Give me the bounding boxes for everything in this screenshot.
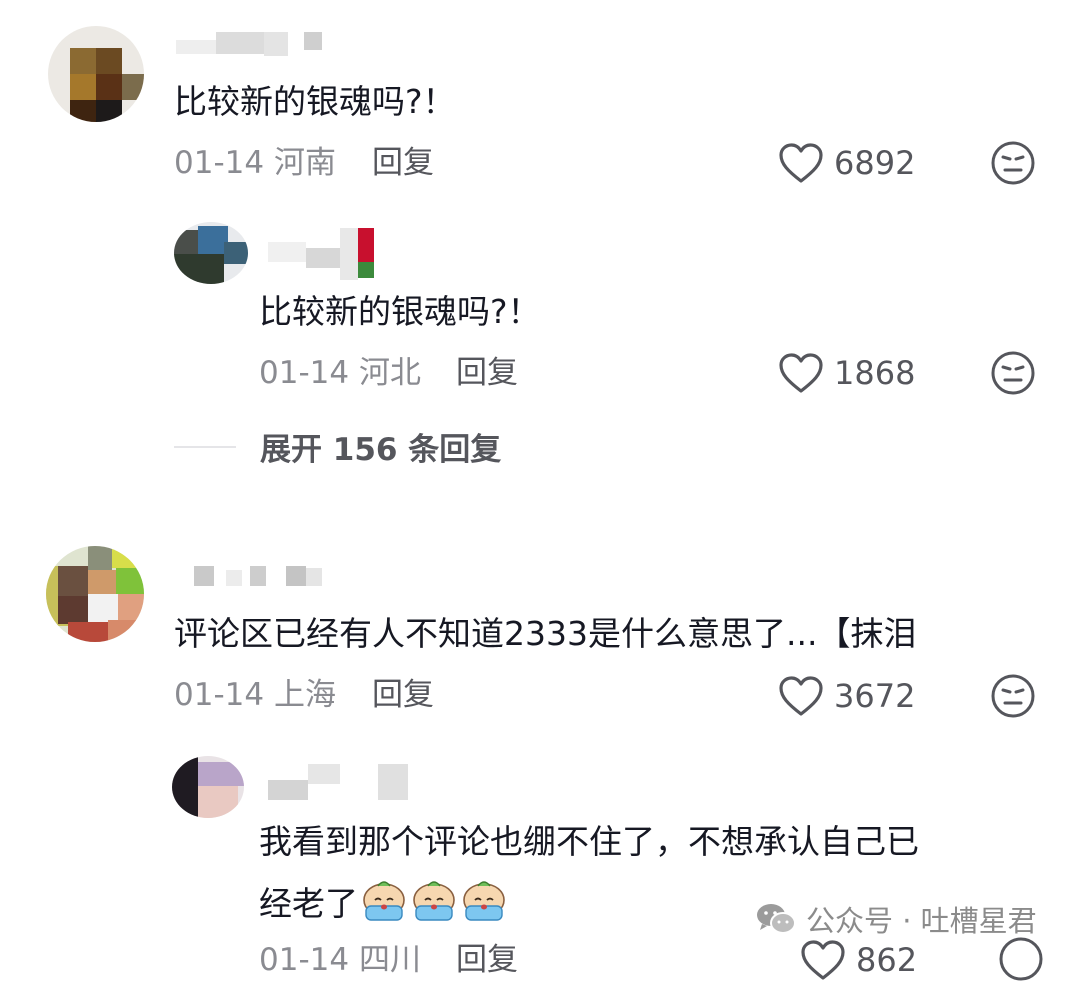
watermark: 公众号 · 吐槽星君 <box>756 898 1037 940</box>
dislike-button[interactable] <box>990 350 1036 400</box>
reply-location: 河北 <box>358 355 421 391</box>
reply-date: 01-14 <box>259 942 350 978</box>
like-count: 3672 <box>834 677 916 715</box>
watermark-text: 公众号 · 吐槽星君 <box>806 904 1037 938</box>
reply-button[interactable]: 回复 <box>372 143 434 183</box>
neutral-face-icon <box>991 351 1035 395</box>
reply-username[interactable] <box>268 764 418 802</box>
username[interactable] <box>176 28 336 62</box>
like-count: 1868 <box>834 354 916 392</box>
comment-location: 上海 <box>273 677 336 713</box>
reply-button[interactable]: 回复 <box>456 940 518 980</box>
neutral-face-icon <box>991 141 1035 185</box>
divider <box>174 445 236 448</box>
reply-date-location: 01-14 河北 <box>259 353 421 393</box>
like-button[interactable]: 862 <box>800 936 917 984</box>
reply-text-continued: 经老了 <box>259 876 510 935</box>
comment-date-location: 01-14 河南 <box>174 143 336 183</box>
expand-replies-button[interactable]: 展开 156 条回复 <box>174 424 501 469</box>
like-button[interactable]: 6892 <box>778 139 915 187</box>
reply-text: 比较新的银魂吗?！ <box>259 292 541 331</box>
reply-button[interactable]: 回复 <box>456 353 518 393</box>
like-button[interactable]: 3672 <box>778 672 915 720</box>
neutral-face-icon <box>991 674 1035 718</box>
dislike-button[interactable] <box>990 673 1036 723</box>
avatar[interactable] <box>48 26 144 122</box>
reply-text-line: 我看到那个评论也绷不住了，不想承认自己已 <box>259 822 919 861</box>
comment-date: 01-14 <box>174 145 265 181</box>
reply-location: 四川 <box>358 942 421 978</box>
avatar[interactable] <box>46 546 144 642</box>
like-button[interactable]: 1868 <box>778 349 915 397</box>
reply-date-location: 01-14 四川 <box>259 940 421 980</box>
neutral-face-icon <box>999 937 1043 981</box>
comment-text: 评论区已经有人不知道2333是什么意思了...【抹泪 <box>174 614 917 653</box>
comment-date-location: 01-14 上海 <box>174 675 336 715</box>
reply-username[interactable] <box>268 228 378 280</box>
comment-text: 比较新的银魂吗?！ <box>174 82 456 121</box>
reply-avatar[interactable] <box>174 222 248 284</box>
wechat-icon <box>757 904 796 934</box>
dislike-button[interactable] <box>998 936 1044 986</box>
reply-date: 01-14 <box>259 355 350 391</box>
reply-text-line: 经老了 <box>259 884 358 923</box>
heart-icon <box>779 353 823 393</box>
reply-text: 我看到那个评论也绷不住了，不想承认自己已 <box>259 820 919 864</box>
like-count: 6892 <box>834 144 916 182</box>
heart-icon <box>779 676 823 716</box>
heart-icon <box>801 940 845 980</box>
expand-replies-label: 展开 156 条回复 <box>260 432 502 468</box>
heart-icon <box>779 143 823 183</box>
comment-location: 河南 <box>273 145 336 181</box>
comment-date: 01-14 <box>174 677 265 713</box>
crying-emoji-icon <box>360 876 510 935</box>
reply-button[interactable]: 回复 <box>372 675 434 715</box>
reply-avatar[interactable] <box>172 756 244 818</box>
username[interactable] <box>194 566 334 588</box>
like-count: 862 <box>856 941 918 979</box>
dislike-button[interactable] <box>990 140 1036 190</box>
